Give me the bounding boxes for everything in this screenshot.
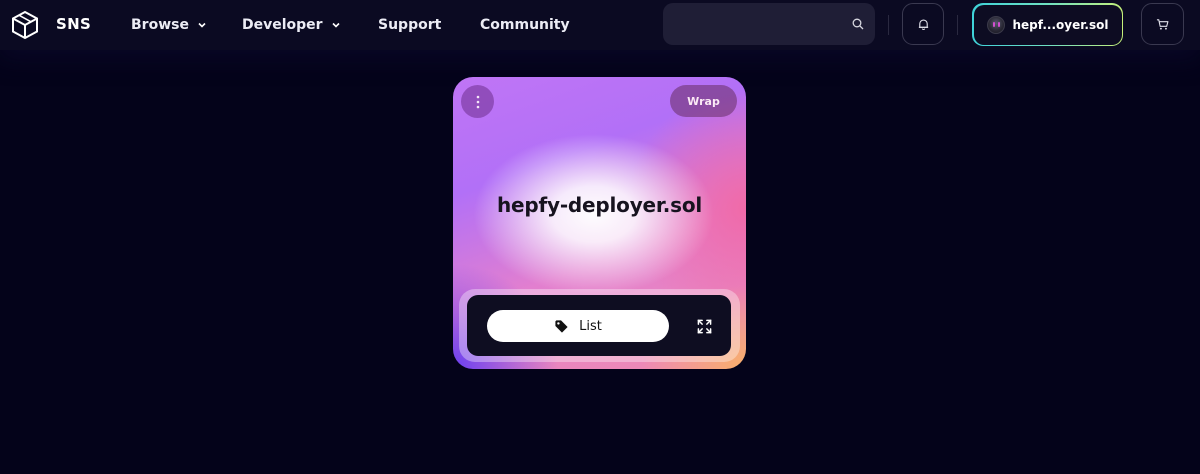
brand-name[interactable]: SNS [56, 15, 91, 33]
nav-support[interactable]: Support [378, 16, 441, 34]
more-vertical-icon [476, 95, 479, 108]
notifications-button[interactable] [902, 3, 944, 45]
sns-logo-icon[interactable] [11, 10, 39, 40]
top-navbar: SNS Browse Developer Support Community h… [0, 0, 1200, 50]
wallet-label: hepf...oyer.sol [1012, 17, 1109, 32]
header-divider [957, 15, 958, 35]
nav-community-label: Community [480, 17, 570, 33]
wallet-button-inner: hepf...oyer.sol [973, 4, 1122, 45]
cart-icon [1156, 18, 1169, 30]
search-icon[interactable] [852, 18, 864, 30]
nav-browse-label: Browse [131, 17, 189, 33]
card-action-frame: List [459, 289, 740, 362]
cart-button[interactable] [1141, 3, 1184, 45]
chevron-down-icon [332, 22, 340, 28]
expand-button[interactable] [695, 317, 713, 335]
tag-icon [555, 319, 568, 333]
avatar [986, 15, 1005, 34]
nav-community[interactable]: Community [480, 16, 570, 34]
domain-card: Wrap hepfy-deployer.sol List [453, 77, 746, 369]
card-menu-button[interactable] [461, 85, 494, 118]
bell-icon [918, 18, 928, 30]
list-button[interactable]: List [487, 310, 669, 342]
wallet-button[interactable]: hepf...oyer.sol [972, 3, 1123, 46]
header-divider [888, 15, 889, 35]
nav-developer-label: Developer [242, 17, 323, 33]
nav-browse[interactable]: Browse [131, 16, 207, 34]
nav-support-label: Support [378, 17, 442, 33]
expand-icon [697, 319, 711, 333]
list-button-label: List [579, 318, 602, 334]
nav-developer[interactable]: Developer [242, 16, 341, 34]
chevron-down-icon [198, 22, 206, 28]
wrap-button[interactable]: Wrap [670, 85, 737, 117]
card-action-bar: List [467, 295, 731, 356]
search-box [663, 3, 875, 45]
domain-name: hepfy-deployer.sol [496, 193, 703, 217]
search-input[interactable] [675, 3, 845, 45]
